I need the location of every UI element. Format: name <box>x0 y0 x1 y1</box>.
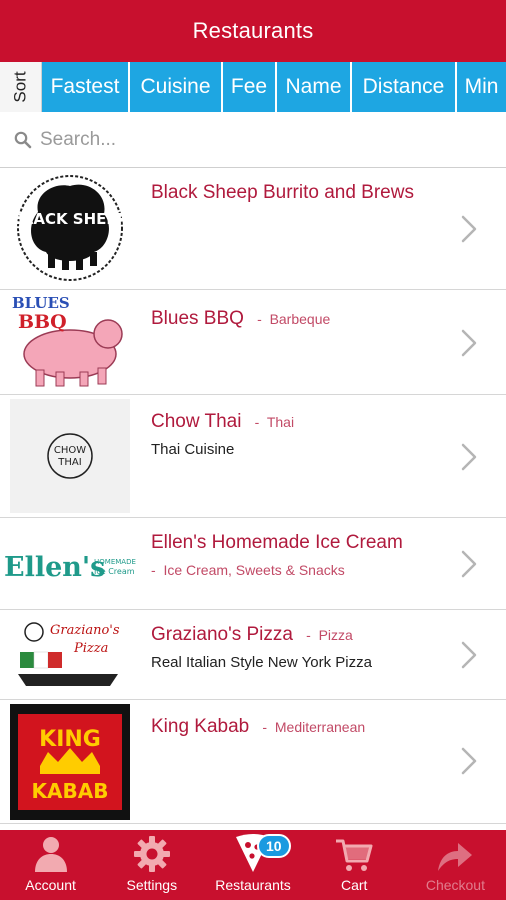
chow-thai-logo: CHOW THAI <box>10 399 130 513</box>
tab-restaurants[interactable]: Restaurants 10 <box>202 830 303 900</box>
forward-arrow-icon <box>436 835 474 873</box>
sort-label-text: Sort <box>10 71 30 103</box>
restaurant-info: Graziano's Pizza - Pizza Real Italian St… <box>151 622 458 671</box>
restaurant-name-line: Graziano's Pizza - Pizza <box>151 622 458 648</box>
page-title: Restaurants <box>192 18 314 43</box>
sort-tab-fee[interactable]: Fee <box>221 62 275 112</box>
sort-tab-cuisine[interactable]: Cuisine <box>128 62 221 112</box>
restaurant-name: Blues BBQ <box>151 308 244 329</box>
tab-label: Account <box>25 877 76 893</box>
chevron-right-icon <box>461 329 477 357</box>
restaurant-name-line: Ellen's Homemade Ice Cream <box>151 530 458 555</box>
sort-tab-name[interactable]: Name <box>275 62 350 112</box>
cart-count-badge: 10 <box>257 834 291 858</box>
svg-text:KABAB: KABAB <box>32 779 109 803</box>
restaurant-info: Black Sheep Burrito and Brews <box>151 180 458 205</box>
tab-label: Checkout <box>425 877 485 893</box>
restaurant-description: Real Italian Style New York Pizza <box>151 654 372 671</box>
ellens-logo: Ellen's HOMEMADE Ice Cream <box>2 528 142 600</box>
restaurant-info: King Kabab - Mediterranean <box>151 714 458 740</box>
restaurant-name: Black Sheep Burrito and Brews <box>151 182 414 203</box>
restaurant-description: Thai Cuisine <box>151 441 235 458</box>
svg-text:Graziano's: Graziano's <box>50 623 120 638</box>
restaurant-row-black-sheep[interactable]: BLACK SHEEP Black Sheep Burrito and Brew… <box>0 168 506 290</box>
bottom-tab-bar: Account Settings Restaurants 10 Cart Che… <box>0 830 506 900</box>
sort-tab-fastest[interactable]: Fastest <box>42 62 128 112</box>
sort-label: Sort <box>0 62 42 112</box>
restaurant-category: - Barbeque <box>253 311 331 327</box>
restaurant-category-text: Mediterranean <box>274 719 366 735</box>
tab-settings[interactable]: Settings <box>101 830 202 900</box>
restaurant-category-text: Barbeque <box>269 311 331 327</box>
restaurant-name-line: Chow Thai - Thai <box>151 409 458 435</box>
restaurant-row-blues-bbq[interactable]: BLUES BBQ Blues BBQ - Barbeque <box>0 290 506 395</box>
restaurant-category-line: - Ice Cream, Sweets & Snacks <box>151 557 458 583</box>
restaurant-row-ellens[interactable]: Ellen's HOMEMADE Ice Cream Ellen's Homem… <box>0 518 506 610</box>
restaurant-name: Graziano's Pizza <box>151 624 293 645</box>
gear-icon <box>133 835 171 873</box>
tab-checkout[interactable]: Checkout <box>405 830 506 900</box>
restaurant-category: - Thai <box>250 414 295 430</box>
svg-text:Ice Cream: Ice Cream <box>94 567 135 576</box>
tab-cart[interactable]: Cart <box>304 830 405 900</box>
sort-bar: Sort Fastest Cuisine Fee Name Distance M… <box>0 62 506 112</box>
chevron-right-icon <box>461 641 477 669</box>
restaurant-category-text: Pizza <box>318 627 353 643</box>
restaurant-name-line: King Kabab - Mediterranean <box>151 714 458 740</box>
cart-icon <box>335 835 373 873</box>
search-icon <box>14 131 32 148</box>
restaurant-category-text: Ice Cream, Sweets & Snacks <box>163 562 345 578</box>
search-input[interactable] <box>40 128 480 151</box>
restaurant-name: Chow Thai <box>151 411 242 432</box>
chevron-right-icon <box>461 747 477 775</box>
tab-label: Settings <box>126 877 178 893</box>
black-sheep-logo: BLACK SHEEP <box>10 172 130 284</box>
app-screen: Restaurants Sort Fastest Cuisine Fee Nam… <box>0 0 506 900</box>
svg-text:THAI: THAI <box>57 457 81 468</box>
restaurant-name-line: Blues BBQ - Barbeque <box>151 306 458 332</box>
restaurant-name-line: Black Sheep Burrito and Brews <box>151 180 458 205</box>
restaurant-list: BLACK SHEEP Black Sheep Burrito and Brew… <box>0 168 506 824</box>
grazianos-logo: Graziano's Pizza <box>10 616 130 694</box>
svg-text:CHOW: CHOW <box>54 445 86 456</box>
svg-text:BBQ: BBQ <box>18 311 67 333</box>
chevron-right-icon <box>461 550 477 578</box>
svg-text:BLACK SHEEP: BLACK SHEEP <box>12 210 127 228</box>
sort-tab-distance[interactable]: Distance <box>350 62 455 112</box>
restaurant-row-king-kabab[interactable]: KING KABAB King Kabab - Mediterranean <box>0 700 506 824</box>
restaurant-name: King Kabab <box>151 716 250 737</box>
restaurant-info: Chow Thai - Thai Thai Cuisine <box>151 409 458 458</box>
svg-text:BLUES: BLUES <box>12 294 70 312</box>
blues-bbq-logo: BLUES BBQ <box>10 294 130 390</box>
svg-text:HOMEMADE: HOMEMADE <box>94 558 136 566</box>
restaurant-category-text: Thai <box>266 414 295 430</box>
restaurant-row-grazianos[interactable]: Graziano's Pizza Graziano's Pizza - Pizz… <box>0 610 506 700</box>
king-kabab-logo: KING KABAB <box>10 704 130 820</box>
sort-tab-min[interactable]: Min <box>455 62 506 112</box>
chevron-right-icon <box>461 215 477 243</box>
restaurant-info: Blues BBQ - Barbeque <box>151 306 458 332</box>
svg-text:Pizza: Pizza <box>73 641 108 656</box>
restaurant-name: Ellen's Homemade Ice Cream <box>151 532 403 553</box>
tab-label: Cart <box>340 877 368 893</box>
tab-account[interactable]: Account <box>0 830 101 900</box>
restaurant-category: - Pizza <box>302 627 353 643</box>
tab-label: Restaurants <box>215 877 291 893</box>
title-bar: Restaurants <box>0 0 506 62</box>
restaurant-info: Ellen's Homemade Ice Cream - Ice Cream, … <box>151 530 458 583</box>
person-icon <box>33 835 69 873</box>
restaurant-row-chow-thai[interactable]: CHOW THAI Chow Thai - Thai Thai Cuisine <box>0 395 506 518</box>
search-bar <box>0 112 506 168</box>
restaurant-category: - Mediterranean <box>258 719 366 735</box>
svg-text:Ellen's: Ellen's <box>4 552 105 583</box>
chevron-right-icon <box>461 443 477 471</box>
restaurant-category: - Ice Cream, Sweets & Snacks <box>151 562 345 578</box>
